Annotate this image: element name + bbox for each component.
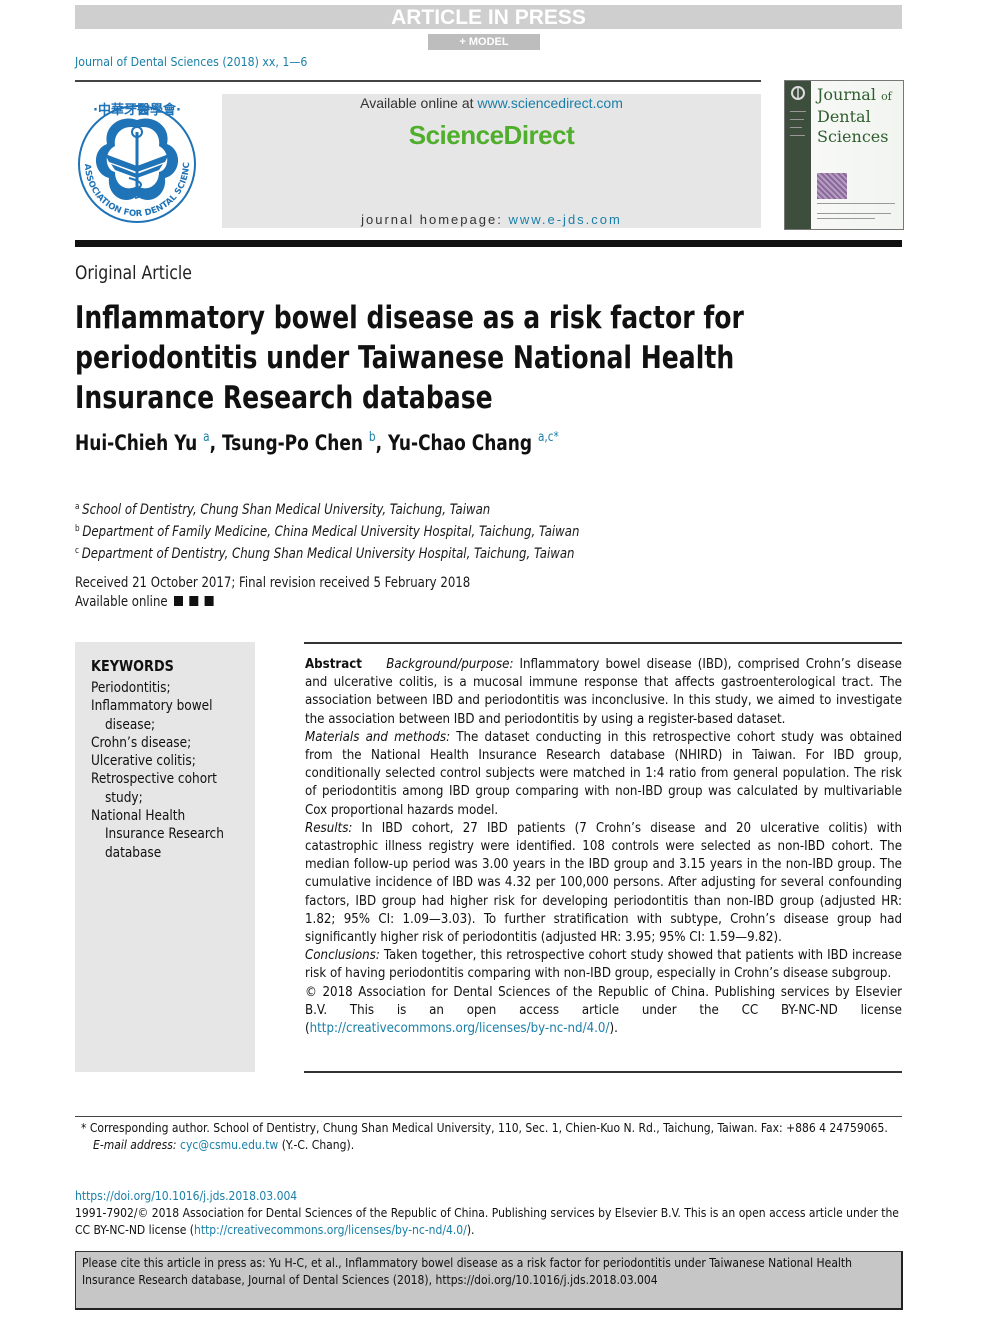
affiliation-item: c Department of Dentistry, Chung Shan Med… xyxy=(75,542,579,564)
author-affiliation-mark[interactable]: a xyxy=(203,430,209,445)
citation-text: Please cite this article in press as: Yu… xyxy=(82,1256,853,1287)
author-affiliation-mark[interactable]: a,c* xyxy=(538,430,559,445)
cover-title-line2: Dental xyxy=(817,107,871,126)
article-dates: Received 21 October 2017; Final revision… xyxy=(75,574,470,612)
abstract-conclusions: Conclusions: Taken together, this retros… xyxy=(305,947,902,983)
abstract-top-rule xyxy=(304,642,902,644)
author-name[interactable]: Yu-Chao Chang xyxy=(388,431,532,455)
model-tag: + MODEL xyxy=(428,34,540,50)
masthead-bottom-rule xyxy=(75,240,902,247)
section-text: In IBD cohort, 27 IBD patients (7 Crohn’… xyxy=(305,820,902,946)
author-affiliation-mark[interactable]: b xyxy=(369,430,376,445)
section-heading: Materials and methods: xyxy=(305,729,451,745)
svg-text:·中華牙醫學會·: ·中華牙醫學會· xyxy=(93,102,181,118)
keyword-item: Ulcerative colitis; xyxy=(91,753,196,770)
placeholder-square-icon xyxy=(189,596,199,606)
abstract-background: Abstract Background/purpose: Inflammator… xyxy=(305,656,902,729)
society-logo: ·中華牙醫學會· ASSOCIATION FOR DENTAL SCIENCES… xyxy=(71,85,200,232)
available-online-date: Available online xyxy=(75,593,470,612)
cover-caption-line xyxy=(817,213,891,214)
affiliation-mark: b xyxy=(75,524,80,534)
corresponding-author-note: * Corresponding author. School of Dentis… xyxy=(81,1121,888,1135)
abstract-methods: Materials and methods: The dataset condu… xyxy=(305,729,902,820)
article-type: Original Article xyxy=(75,262,192,284)
affiliation-item: a School of Dentistry, Chung Shan Medical… xyxy=(75,498,579,520)
section-heading: Background/purpose: xyxy=(386,657,514,672)
available-online-label: Available online at xyxy=(360,95,478,111)
author-name[interactable]: Tsung-Po Chen xyxy=(222,431,363,455)
article-title: Inflammatory bowel disease as a risk fac… xyxy=(75,300,744,416)
affiliation-mark: a xyxy=(75,502,80,512)
section-heading: Results: xyxy=(305,820,353,836)
cover-title-line1: Journal xyxy=(817,85,876,104)
author-list: Hui-Chieh Yu a, Tsung-Po Chen b, Yu-Chao… xyxy=(75,430,559,455)
affiliation-mark: c xyxy=(75,546,80,556)
cover-title-of: of xyxy=(881,90,892,103)
abstract: Abstract Background/purpose: Inflammator… xyxy=(305,656,902,1038)
cover-caption-line xyxy=(817,218,875,219)
journal-homepage-line: journal homepage: www.e-jds.com xyxy=(222,212,761,227)
keyword-item: Crohn’s disease; xyxy=(91,734,192,751)
doi-link[interactable]: https://doi.org/10.1016/j.jds.2018.03.00… xyxy=(75,1189,297,1203)
keyword-item: Retrospective cohort study; xyxy=(91,771,217,806)
section-text: Taken together, this retrospective cohor… xyxy=(305,948,902,982)
abstract-copyright: © 2018 Association for Dental Sciences o… xyxy=(305,984,902,1039)
abstract-bottom-rule xyxy=(304,1071,902,1073)
doi-block: https://doi.org/10.1016/j.jds.2018.03.00… xyxy=(75,1188,902,1239)
journal-homepage-link[interactable]: www.e-jds.com xyxy=(508,212,621,227)
keyword-item: National Health Insurance Research datab… xyxy=(91,808,224,861)
cover-seal-icon xyxy=(791,86,805,100)
keywords-heading: KEYWORDS xyxy=(91,657,174,675)
footnote-rule xyxy=(75,1116,902,1117)
issn-copyright-end: ). xyxy=(466,1223,475,1237)
masthead-top-rule xyxy=(75,80,761,82)
email-note: E-mail address: cyc@csmu.edu.tw (Y.-C. C… xyxy=(75,1137,902,1154)
affiliation-text: Department of Dentistry, Chung Shan Medi… xyxy=(81,546,575,562)
available-online-text: Available online xyxy=(75,594,168,610)
sciencedirect-logo[interactable]: ScienceDirect xyxy=(222,120,761,151)
placeholder-square-icon xyxy=(204,596,214,606)
abstract-results: Results: In IBD cohort, 27 IBD patients … xyxy=(305,820,902,947)
sciencedirect-link[interactable]: www.sciencedirect.com xyxy=(477,95,623,111)
abstract-label: Abstract xyxy=(305,657,362,672)
sciencedirect-box xyxy=(222,94,761,228)
cover-caption-line xyxy=(817,203,895,204)
email-label: E-mail address: xyxy=(93,1138,177,1152)
cover-histology-image xyxy=(817,173,847,199)
email-link[interactable]: cyc@csmu.edu.tw xyxy=(180,1138,278,1152)
issn-copyright: 1991-7902/© 2018 Association for Dental … xyxy=(75,1205,902,1239)
cover-title-line3: Sciences xyxy=(817,127,889,146)
affiliation-item: b Department of Family Medicine, China Me… xyxy=(75,520,579,542)
footnotes: * Corresponding author. School of Dentis… xyxy=(75,1120,902,1154)
journal-homepage-label: journal homepage: xyxy=(361,212,509,227)
section-heading: Conclusions: xyxy=(305,948,380,964)
license-link[interactable]: http://creativecommons.org/licenses/by-n… xyxy=(194,1223,467,1237)
author-name[interactable]: Hui-Chieh Yu xyxy=(75,431,197,455)
journal-reference-link[interactable]: Journal of Dental Sciences (2018) xx, 1—… xyxy=(75,54,307,69)
keywords-list: Periodontitis; Inflammatory bowel diseas… xyxy=(91,679,256,862)
keyword-item: Inflammatory bowel disease; xyxy=(91,698,213,733)
caduceus-seal-icon: ·中華牙醫學會· ASSOCIATION FOR DENTAL SCIENCES… xyxy=(71,85,196,223)
article-in-press-banner: ARTICLE IN PRESS xyxy=(75,5,902,29)
received-dates: Received 21 October 2017; Final revision… xyxy=(75,575,471,591)
license-link[interactable]: http://creativecommons.org/licenses/by-n… xyxy=(310,1021,610,1036)
cover-title: Journal of Dental Sciences xyxy=(817,85,892,147)
affiliations: a School of Dentistry, Chung Shan Medical… xyxy=(75,498,579,564)
journal-cover-thumbnail[interactable]: Journal of Dental Sciences xyxy=(784,80,904,230)
copyright-end: ). xyxy=(609,1021,618,1037)
affiliation-text: Department of Family Medicine, China Med… xyxy=(82,524,580,540)
email-suffix: (Y.-C. Chang). xyxy=(278,1138,355,1152)
placeholder-square-icon xyxy=(173,596,183,606)
cover-spine xyxy=(785,81,811,229)
keyword-item: Periodontitis; xyxy=(91,680,171,696)
affiliation-text: School of Dentistry, Chung Shan Medical … xyxy=(82,502,491,518)
available-online-line: Available online at www.sciencedirect.co… xyxy=(222,95,761,111)
